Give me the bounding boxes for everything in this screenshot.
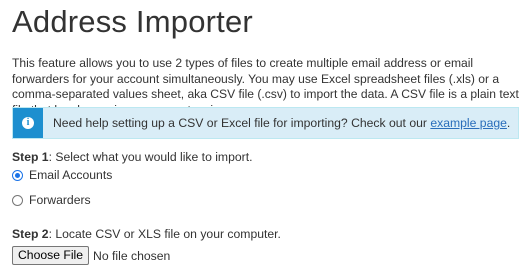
step1-text: : Select what you would like to import. [48, 150, 253, 164]
step2-text: : Locate CSV or XLS file on your compute… [48, 227, 281, 241]
radio-forwarders-control[interactable] [12, 194, 23, 206]
info-callout: i Need help setting up a CSV or Excel fi… [12, 107, 519, 139]
step2-label: Step 2 [12, 227, 49, 241]
step1-label: Step 1 [12, 150, 49, 164]
info-callout-text: Need help setting up a CSV or Excel file… [43, 116, 510, 130]
radio-email-accounts-label: Email Accounts [29, 168, 113, 182]
radio-forwarders[interactable]: Forwarders [12, 193, 91, 207]
radio-email-accounts[interactable]: Email Accounts [12, 168, 112, 182]
info-icon-container: i [13, 108, 43, 138]
info-icon: i [22, 117, 34, 129]
choose-file-button[interactable]: Choose File [12, 246, 90, 265]
step2-instruction: Step 2: Locate CSV or XLS file on your c… [12, 227, 281, 241]
example-page-link[interactable]: example page [430, 116, 507, 130]
file-status-text: No file chosen [93, 248, 171, 263]
step1-instruction: Step 1: Select what you would like to im… [12, 150, 252, 164]
page-title: Address Importer [12, 4, 253, 39]
radio-email-accounts-control[interactable] [12, 169, 23, 181]
info-callout-message: Need help setting up a CSV or Excel file… [53, 116, 431, 130]
info-callout-suffix: . [506, 116, 511, 130]
radio-forwarders-label: Forwarders [29, 193, 91, 207]
file-input[interactable]: Choose File No file chosen [12, 246, 170, 265]
